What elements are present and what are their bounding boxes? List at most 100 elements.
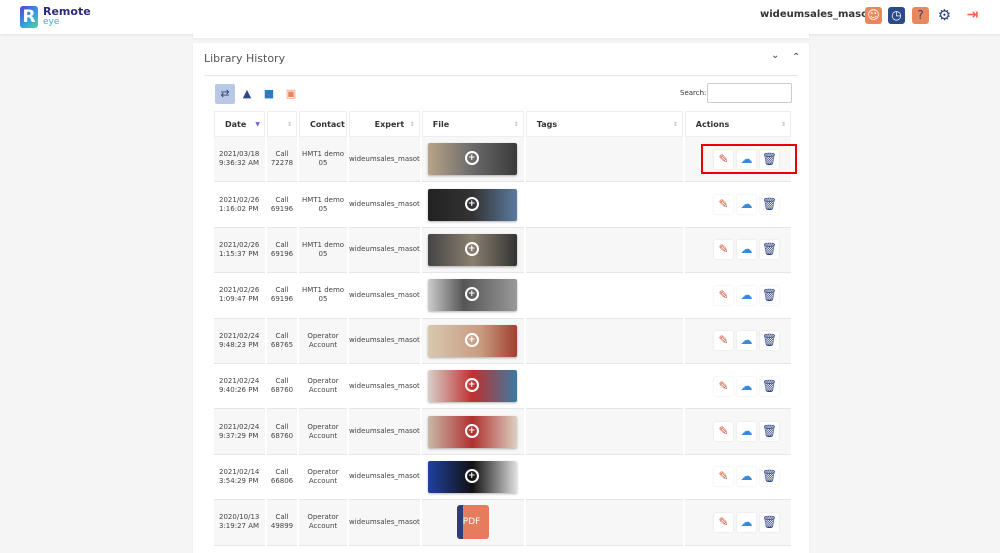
download-icon[interactable]: ☁ — [737, 467, 756, 487]
download-icon[interactable]: ☁ — [737, 240, 756, 260]
file-thumbnail[interactable]: + — [427, 279, 517, 312]
delete-icon[interactable]: 🗑 — [760, 195, 779, 215]
date-cell: 2021/02/26 1:15:37 PM — [214, 227, 265, 274]
pdf-file-icon[interactable]: PDF — [456, 505, 489, 540]
download-icon[interactable]: ☁ — [737, 376, 756, 396]
delete-icon[interactable]: 🗑 — [760, 467, 779, 487]
tags-cell — [525, 273, 683, 319]
col-call[interactable]: ⇕ — [267, 111, 297, 137]
file-cell: + — [421, 137, 524, 183]
file-cell: + — [421, 182, 524, 228]
delete-icon[interactable]: 🗑 — [760, 512, 779, 532]
edit-icon[interactable]: ✎ — [714, 240, 733, 260]
file-thumbnail[interactable]: + — [427, 415, 517, 448]
edit-icon[interactable]: ✎ — [714, 422, 733, 442]
zoom-icon[interactable]: + — [464, 423, 479, 438]
table-row: 2021/02/14 3:54:29 PM Call 66806 Operator A… — [214, 455, 791, 501]
brand-sub: eye — [43, 17, 60, 27]
delete-icon[interactable]: 🗑 — [760, 285, 779, 305]
date-cell: 2021/02/24 9:37:29 PM — [214, 409, 265, 455]
col-expert[interactable]: Expert ⇕ — [349, 111, 420, 137]
expert-cell: wideumsales_masot — [349, 318, 420, 364]
contact-cell: HMT1 demo 05 — [299, 137, 347, 183]
zoom-icon[interactable]: + — [464, 287, 479, 302]
filter-all-icon[interactable]: ⇄ — [215, 84, 235, 104]
highlight-box — [701, 144, 797, 174]
edit-icon[interactable]: ✎ — [714, 376, 733, 396]
col-actions[interactable]: Actions ⇕ — [684, 111, 791, 137]
call-cell: Call 69196 — [267, 182, 297, 228]
expert-cell: wideumsales_masot — [349, 137, 420, 183]
actions-cell: ✎ ☁ 🗑 — [684, 500, 791, 546]
filter-image-icon[interactable]: ▲ — [237, 84, 257, 104]
delete-icon[interactable]: 🗑 — [760, 422, 779, 442]
download-icon[interactable]: ☁ — [737, 422, 756, 442]
tags-cell — [525, 227, 683, 274]
contact-cell: Operator Account — [299, 409, 347, 455]
expert-cell: wideumsales_masot — [349, 364, 420, 410]
col-file[interactable]: File ⇕ — [421, 111, 524, 137]
call-cell: Call 68760 — [267, 364, 297, 410]
expert-cell: wideumsales_masot — [349, 455, 420, 501]
filter-pdf-icon[interactable]: ▣ — [281, 84, 301, 104]
actions-cell: ✎ ☁ 🗑 — [684, 318, 791, 364]
call-history-icon[interactable]: ◷ — [888, 7, 905, 24]
file-cell: + — [421, 318, 524, 364]
col-tags[interactable]: Tags ⇕ — [525, 111, 683, 137]
search-input[interactable] — [707, 83, 792, 103]
help-file-icon[interactable]: ? — [912, 7, 929, 24]
edit-icon[interactable]: ✎ — [714, 285, 733, 305]
date-cell: 2021/02/14 3:54:29 PM — [214, 455, 265, 501]
delete-icon[interactable]: 🗑 — [760, 240, 779, 260]
file-thumbnail[interactable]: + — [427, 233, 517, 266]
expand-icon[interactable]: ⌃ — [792, 52, 800, 63]
col-contact[interactable]: Contact ⇕ — [299, 111, 347, 137]
tags-cell — [525, 364, 683, 410]
file-thumbnail[interactable]: + — [427, 370, 517, 403]
download-icon[interactable]: ☁ — [737, 285, 756, 305]
actions-cell: ✎ ☁ 🗑 — [684, 227, 791, 274]
username: wideumsales_masot — [760, 9, 873, 20]
filter-video-icon[interactable]: ■ — [259, 84, 279, 104]
file-thumbnail[interactable]: + — [427, 460, 517, 493]
zoom-icon[interactable]: + — [464, 378, 479, 393]
table-row: 2021/02/24 9:37:29 PM Call 68760 Operator A… — [214, 409, 791, 455]
zoom-icon[interactable]: + — [464, 151, 479, 166]
table-row: 2020/10/13 3:19:27 AM Call 49899 Operator A… — [214, 500, 791, 546]
contact-cell: HMT1 demo 05 — [299, 182, 347, 228]
logout-icon[interactable]: ⇥ — [964, 7, 981, 24]
edit-icon[interactable]: ✎ — [714, 331, 733, 351]
file-thumbnail[interactable]: + — [427, 324, 517, 357]
collapse-icon[interactable]: ⌄ — [771, 50, 779, 61]
call-cell: Call 68760 — [267, 409, 297, 455]
expert-cell: wideumsales_masot — [349, 500, 420, 546]
zoom-icon[interactable]: + — [464, 332, 479, 347]
search-label: Search: — [680, 89, 707, 97]
contacts-icon[interactable]: ☺ — [865, 7, 882, 24]
expert-cell: wideumsales_masot — [349, 227, 420, 274]
edit-icon[interactable]: ✎ — [714, 512, 733, 532]
download-icon[interactable]: ☁ — [737, 512, 756, 532]
file-cell: PDF — [421, 500, 524, 546]
zoom-icon[interactable]: + — [464, 196, 479, 211]
settings-icon[interactable]: ⚙ — [936, 7, 953, 24]
table-row: 2021/02/24 9:48:23 PM Call 68765 Operator A… — [214, 318, 791, 364]
file-thumbnail[interactable]: + — [427, 188, 517, 221]
delete-icon[interactable]: 🗑 — [760, 331, 779, 351]
edit-icon[interactable]: ✎ — [714, 467, 733, 487]
file-cell: + — [421, 455, 524, 501]
download-icon[interactable]: ☁ — [737, 195, 756, 215]
delete-icon[interactable]: 🗑 — [760, 376, 779, 396]
zoom-icon[interactable]: + — [464, 241, 479, 256]
zoom-icon[interactable]: + — [464, 468, 479, 483]
file-thumbnail[interactable]: + — [427, 143, 517, 176]
logo[interactable]: R Remote eye — [20, 6, 91, 28]
call-cell: Call 69196 — [267, 227, 297, 274]
col-date[interactable]: Date ▼ — [214, 111, 265, 137]
download-icon[interactable]: ☁ — [737, 331, 756, 351]
table-row: 2021/02/26 1:09:47 PM Call 69196 HMT1 demo… — [214, 273, 791, 319]
contact-cell: HMT1 demo 05 — [299, 273, 347, 319]
previous-card — [193, 30, 809, 38]
edit-icon[interactable]: ✎ — [714, 195, 733, 215]
contact-cell: Operator Account — [299, 500, 347, 546]
